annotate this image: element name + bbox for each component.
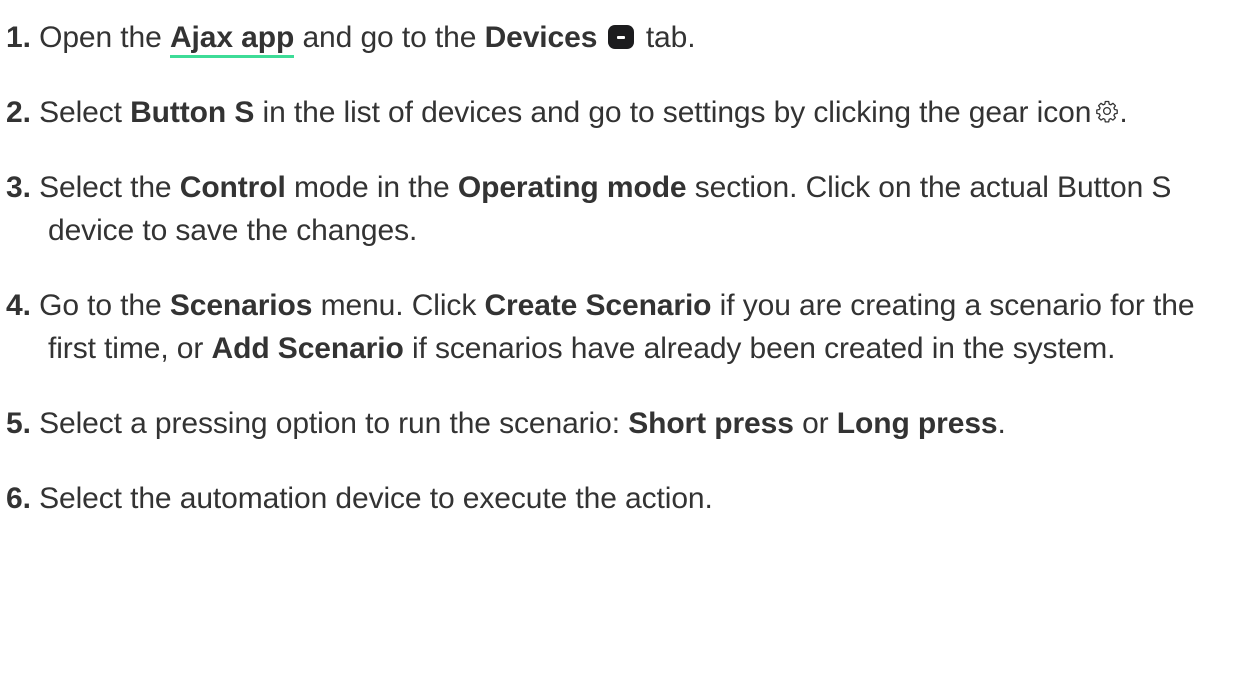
step-text: Select the [39, 171, 172, 204]
step-text: Select a pressing option to run the scen… [39, 407, 620, 440]
short-press-label: Short press [628, 407, 794, 440]
step-text: Select the automation device to execute … [39, 482, 713, 515]
step-number: 4. [6, 289, 31, 322]
step-number: 2. [6, 96, 31, 129]
step-text: . [1119, 96, 1128, 129]
device-name: Button S [130, 96, 255, 129]
step-3: 3. Select the Control mode in the Operat… [6, 166, 1246, 252]
long-press-label: Long press [836, 407, 998, 440]
step-number: 5. [6, 407, 31, 440]
step-text: Go to the [39, 289, 162, 322]
add-scenario-label: Add Scenario [211, 332, 404, 365]
step-1: 1. Open the Ajax app and go to the Devic… [6, 16, 1246, 59]
ajax-app-link[interactable]: Ajax app [169, 21, 294, 58]
devices-tab-name: Devices [484, 21, 598, 54]
step-5: 5. Select a pressing option to run the s… [6, 402, 1246, 445]
devices-icon [607, 25, 634, 49]
menu-name: Scenarios [169, 289, 313, 322]
step-6: 6. Select the automation device to execu… [6, 477, 1246, 520]
step-4: 4. Go to the Scenarios menu. Click Creat… [6, 284, 1246, 370]
create-scenario-label: Create Scenario [484, 289, 712, 322]
step-text: Open the [39, 21, 162, 54]
step-text: . [997, 407, 1006, 440]
section-name: Operating mode [457, 171, 687, 204]
step-text: mode in the [293, 171, 450, 204]
step-number: 1. [6, 21, 31, 54]
step-text: Select [39, 96, 122, 129]
step-text: and go to the [302, 21, 477, 54]
step-2: 2. Select Button S in the list of device… [6, 91, 1246, 134]
instruction-steps: 1. Open the Ajax app and go to the Devic… [6, 16, 1246, 520]
step-text: menu. Click [320, 289, 477, 322]
step-number: 3. [6, 171, 31, 204]
mode-name: Control [179, 171, 286, 204]
step-text: in the list of devices and go to setting… [262, 96, 1092, 129]
step-number: 6. [6, 482, 31, 515]
gear-icon [1095, 99, 1119, 123]
step-text: or [802, 407, 829, 440]
step-text: if scenarios have already been created i… [411, 332, 1116, 365]
step-text: tab. [645, 21, 696, 54]
